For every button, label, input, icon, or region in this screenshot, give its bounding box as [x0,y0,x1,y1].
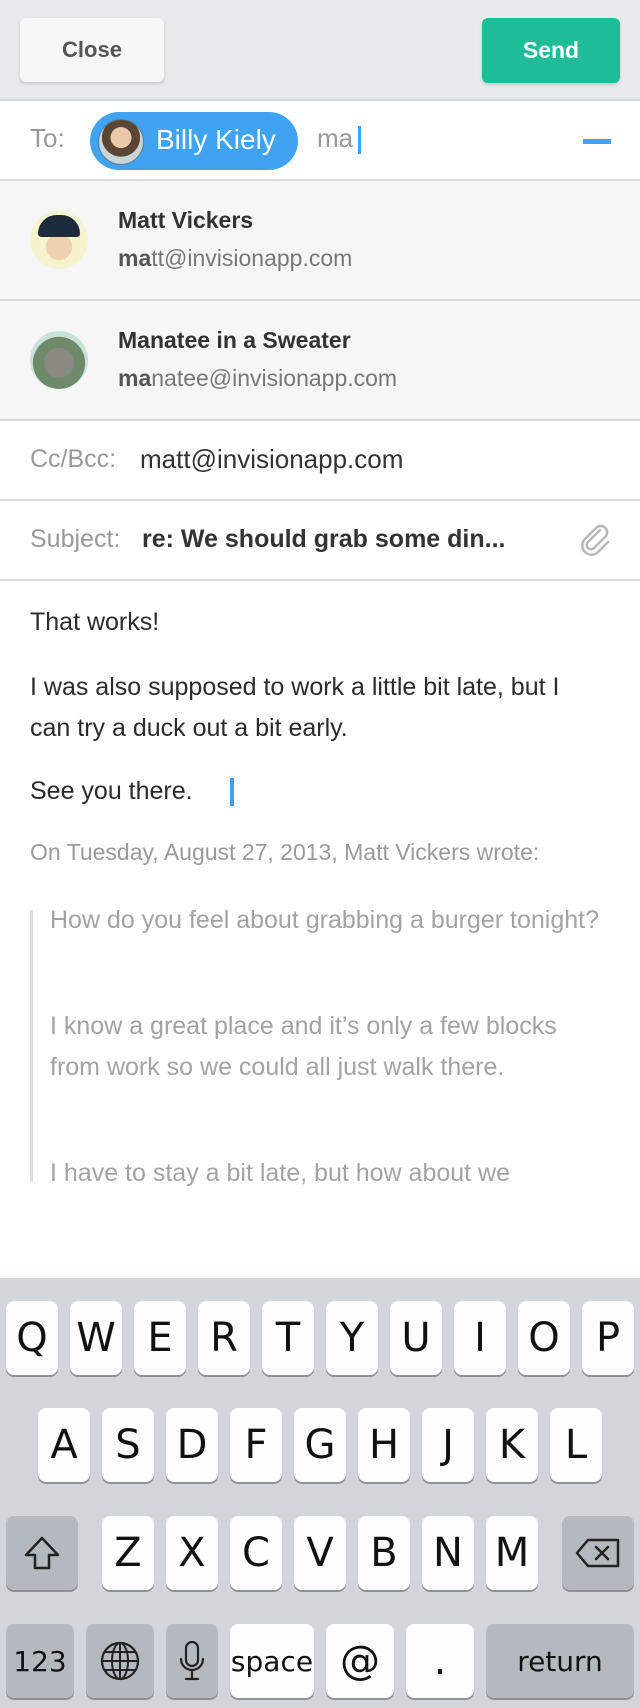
space-key[interactable]: space [230,1624,314,1698]
backspace-icon [575,1538,620,1568]
cc-bcc-label: Cc/Bcc: [30,445,117,473]
quoted-paragraph: How do you feel about grabbing a burger … [50,906,599,934]
on-screen-keyboard: Q W E R T Y U I O P A S D F G H J K L Z … [0,1278,640,1708]
key-n[interactable]: N [422,1516,474,1590]
to-field[interactable]: To: Billy Kiely ma [0,101,640,181]
key-f[interactable]: F [230,1408,282,1482]
email-match: ma [118,365,152,391]
key-d[interactable]: D [166,1408,218,1482]
recipient-chip[interactable]: Billy Kiely [90,112,298,170]
message-paragraph[interactable]: See you there. [30,771,193,812]
period-key[interactable]: . [406,1624,474,1698]
key-b[interactable]: B [358,1516,410,1590]
key-p[interactable]: P [582,1301,634,1375]
key-v[interactable]: V [294,1516,346,1590]
suggestion-email: matt@invisionapp.com [118,245,352,272]
key-w[interactable]: W [70,1301,122,1375]
to-label: To: [30,123,65,153]
text-cursor [230,778,234,806]
dictation-key[interactable] [166,1624,218,1698]
suggestion-item[interactable]: Manatee in a Sweater manatee@invisionapp… [0,301,640,421]
key-t[interactable]: T [262,1301,314,1375]
email-match: ma [118,245,152,271]
key-k[interactable]: K [486,1408,538,1482]
email-rest: natee@invisionapp.com [151,365,398,391]
key-j[interactable]: J [422,1408,474,1482]
key-i[interactable]: I [454,1301,506,1375]
send-button[interactable]: Send [482,18,620,83]
subject-value[interactable]: re: We should grab some din... [142,525,505,554]
key-r[interactable]: R [198,1301,250,1375]
return-key[interactable]: return [486,1624,634,1698]
quoted-paragraph: I have to stay a bit late, but how about… [50,1159,511,1187]
email-rest: tt@invisionapp.com [151,245,353,271]
quoted-paragraph: I know a great place and it’s only a few… [50,1012,557,1081]
recipient-chip-name: Billy Kiely [156,124,276,155]
cc-bcc-field[interactable]: Cc/Bcc: matt@invisionapp.com [0,421,640,501]
shift-key[interactable] [6,1516,78,1590]
quote-header: On Tuesday, August 27, 2013, Matt Vicker… [30,839,540,865]
to-input-text[interactable]: ma [317,123,353,154]
suggestion-item[interactable]: Matt Vickers matt@invisionapp.com [0,181,640,301]
key-h[interactable]: H [358,1408,410,1482]
compose-toolbar: Close Send [0,0,640,101]
close-button[interactable]: Close [20,18,164,82]
key-a[interactable]: A [38,1408,90,1482]
key-u[interactable]: U [390,1301,442,1375]
suggestion-name: Manatee in a Sweater [118,327,351,353]
delete-key[interactable] [562,1516,634,1590]
message-paragraph[interactable]: I was also supposed to work a little bit… [30,667,590,749]
key-c[interactable]: C [230,1516,282,1590]
key-e[interactable]: E [134,1301,186,1375]
avatar [30,331,88,389]
key-y[interactable]: Y [326,1301,378,1375]
suggestion-email: manatee@invisionapp.com [118,365,397,392]
globe-key[interactable] [86,1624,154,1698]
avatar [30,211,88,269]
key-z[interactable]: Z [102,1516,154,1590]
recipient-avatar [98,119,144,165]
collapse-icon[interactable] [583,139,611,144]
suggestion-name: Matt Vickers [118,207,254,233]
subject-label: Subject: [30,525,121,553]
numbers-key[interactable]: 123 [6,1624,74,1698]
key-g[interactable]: G [294,1408,346,1482]
microphone-icon [179,1640,205,1681]
at-key[interactable]: @ [326,1624,394,1698]
key-l[interactable]: L [550,1408,602,1482]
key-q[interactable]: Q [6,1301,58,1375]
cc-bcc-value[interactable]: matt@invisionapp.com [140,444,403,475]
key-o[interactable]: O [518,1301,570,1375]
globe-icon [100,1641,140,1681]
key-x[interactable]: X [166,1516,218,1590]
message-paragraph[interactable]: That works! [30,602,159,643]
quote-bar [30,910,33,1182]
key-m[interactable]: M [486,1516,538,1590]
key-s[interactable]: S [102,1408,154,1482]
subject-field[interactable]: Subject: re: We should grab some din... [0,501,640,581]
paperclip-icon[interactable] [578,522,612,556]
text-cursor [358,126,361,154]
shift-icon [24,1536,60,1570]
